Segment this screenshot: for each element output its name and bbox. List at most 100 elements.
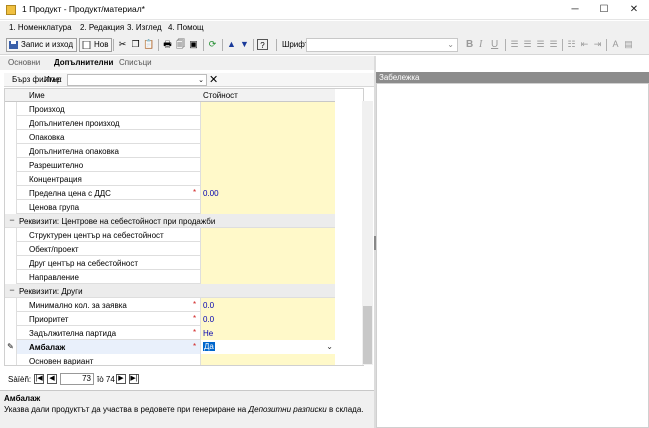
scrollbar-thumb[interactable]	[363, 306, 372, 364]
table-row[interactable]: Опаковка	[5, 130, 335, 144]
bullet-list-icon[interactable]: ☷	[566, 39, 577, 50]
align-center-icon[interactable]: ☰	[522, 39, 533, 50]
copy-icon[interactable]: ❐	[130, 39, 141, 50]
table-row[interactable]: Друг център на себестойност	[5, 256, 335, 270]
table-row[interactable]: Направление	[5, 270, 335, 284]
property-value-cell[interactable]	[200, 144, 335, 158]
table-row[interactable]: ✎ Амбалаж * Да ⌄	[5, 340, 335, 354]
property-value-cell[interactable]	[200, 200, 335, 214]
property-value-cell[interactable]	[200, 172, 335, 186]
align-right-icon[interactable]: ☰	[535, 39, 546, 50]
row-indicator[interactable]	[5, 172, 17, 186]
property-value-cell[interactable]	[200, 354, 335, 365]
row-indicator[interactable]	[5, 312, 17, 326]
property-value-cell[interactable]	[200, 228, 335, 242]
property-value-cell[interactable]	[200, 130, 335, 144]
property-value-cell[interactable]: 0.0	[200, 298, 335, 312]
property-value-cell[interactable]	[200, 242, 335, 256]
property-value-cell[interactable]	[200, 116, 335, 130]
italic-button[interactable]: I	[479, 39, 482, 50]
row-indicator[interactable]: ✎	[5, 340, 17, 354]
row-indicator[interactable]	[5, 270, 17, 284]
minimize-button[interactable]: ─	[560, 0, 590, 20]
property-value-cell[interactable]	[200, 256, 335, 270]
row-indicator[interactable]	[5, 354, 17, 365]
row-indicator[interactable]	[5, 228, 17, 242]
next-record-button[interactable]: ▶	[116, 374, 126, 384]
arrow-down-icon[interactable]: ▼	[239, 39, 250, 50]
row-indicator[interactable]	[5, 200, 17, 214]
save-exit-button[interactable]: Запис и изход	[6, 38, 77, 52]
clear-filter-icon[interactable]: ✕	[209, 73, 218, 86]
table-row[interactable]: Произход	[5, 102, 335, 116]
row-indicator[interactable]	[5, 256, 17, 270]
menu-view[interactable]: 3. Изглед	[127, 23, 162, 32]
underline-button[interactable]: U	[491, 39, 498, 50]
note-editor[interactable]	[376, 83, 649, 428]
close-button[interactable]: ✕	[619, 0, 649, 20]
property-value-cell[interactable]: Не	[200, 326, 335, 340]
tab-additional[interactable]: Допълнителни	[54, 58, 113, 67]
table-row[interactable]: Минимално кол. за заявка * 0.0	[5, 298, 335, 312]
property-value-cell[interactable]: 0.0	[200, 312, 335, 326]
collapse-icon[interactable]: −	[8, 286, 16, 295]
row-indicator[interactable]	[5, 130, 17, 144]
table-row[interactable]: Обект/проект	[5, 242, 335, 256]
column-header-value[interactable]: Стойност	[203, 91, 238, 100]
property-value-cell[interactable]: Да ⌄	[200, 340, 335, 354]
collapse-icon[interactable]: −	[8, 216, 16, 225]
grid-scrollbar[interactable]	[362, 101, 373, 365]
row-indicator[interactable]	[5, 116, 17, 130]
table-row[interactable]: Задължителна партида * Не	[5, 326, 335, 340]
table-row[interactable]: Пределна цена с ДДС * 0.00	[5, 186, 335, 200]
property-value-cell[interactable]	[200, 158, 335, 172]
outdent-icon[interactable]: ⇤	[579, 39, 590, 50]
cut-icon[interactable]: ✂	[117, 39, 128, 50]
indent-icon[interactable]: ⇥	[592, 39, 603, 50]
table-row[interactable]: Основен вариант	[5, 354, 335, 365]
property-value[interactable]: Да	[203, 342, 215, 351]
bold-button[interactable]: B	[466, 39, 473, 50]
column-header-name[interactable]: Име	[29, 91, 45, 100]
refresh-icon[interactable]: ⟳	[207, 39, 218, 50]
table-row[interactable]: Ценова група	[5, 200, 335, 214]
menu-help[interactable]: 4. Помощ	[168, 23, 204, 32]
menu-edit[interactable]: 2. Редакция	[80, 23, 124, 32]
export-icon[interactable]: ▣	[188, 39, 199, 50]
table-row[interactable]: Приоритет * 0.0	[5, 312, 335, 326]
font-combo[interactable]: ⌄	[306, 38, 458, 52]
print-preview-icon[interactable]: 🗐	[175, 39, 186, 50]
table-row[interactable]: Концентрация	[5, 172, 335, 186]
align-left-icon[interactable]: ☰	[509, 39, 520, 50]
row-indicator[interactable]	[5, 158, 17, 172]
record-number-input[interactable]: 73	[60, 373, 94, 385]
first-record-button[interactable]: |◀	[34, 374, 44, 384]
tab-lists[interactable]: Списъци	[119, 58, 152, 67]
paste-icon[interactable]: 📋	[143, 39, 154, 50]
property-value-cell[interactable]	[200, 270, 335, 284]
table-row[interactable]: Разрешително	[5, 158, 335, 172]
row-indicator[interactable]	[5, 298, 17, 312]
group-row[interactable]: − Реквизити: Други	[5, 284, 335, 298]
table-row[interactable]: Допълнителен произход	[5, 116, 335, 130]
row-indicator[interactable]	[5, 242, 17, 256]
property-value-cell[interactable]	[200, 102, 335, 116]
new-button[interactable]: Нов	[79, 38, 113, 52]
arrow-up-icon[interactable]: ▲	[226, 39, 237, 50]
row-indicator[interactable]	[5, 102, 17, 116]
print-icon[interactable]: 🖶	[162, 39, 173, 50]
last-record-button[interactable]: ▶|	[129, 374, 139, 384]
tab-basic[interactable]: Основни	[8, 58, 40, 67]
row-indicator[interactable]	[5, 144, 17, 158]
table-row[interactable]: Структурен център на себестойност	[5, 228, 335, 242]
chevron-down-icon[interactable]: ⌄	[326, 342, 333, 351]
property-value-cell[interactable]: 0.00	[200, 186, 335, 200]
maximize-button[interactable]: ☐	[589, 0, 619, 20]
align-justify-icon[interactable]: ☰	[548, 39, 559, 50]
group-row[interactable]: − Реквизити: Центрове на себестойност при…	[5, 214, 335, 228]
prev-record-button[interactable]: ◀	[47, 374, 57, 384]
row-indicator[interactable]	[5, 326, 17, 340]
table-row[interactable]: Допълнителна опаковка	[5, 144, 335, 158]
help-icon[interactable]: ?	[257, 39, 268, 50]
row-indicator[interactable]	[5, 186, 17, 200]
